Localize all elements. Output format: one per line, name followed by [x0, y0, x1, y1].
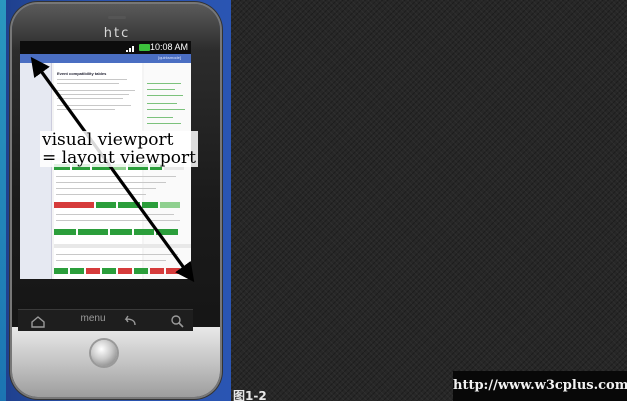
label-visual-viewport: visual viewport	[40, 131, 198, 149]
label-layout-viewport: = layout viewport	[40, 148, 198, 168]
screenshot: htc 10:08 AM [quirksmode] Event compatib…	[0, 0, 627, 401]
site-watermark: http://www.w3cplus.com	[453, 371, 627, 401]
viewport-label: visual viewport = layout viewport	[40, 131, 198, 167]
figure-caption: 图1-2	[233, 389, 267, 401]
viewport-diagonal-arrow	[30, 56, 195, 283]
phone-nav-bar: menu	[18, 309, 193, 331]
home-icon[interactable]	[26, 313, 50, 329]
menu-button[interactable]: menu	[73, 313, 113, 329]
trackball[interactable]	[91, 340, 117, 366]
search-icon[interactable]	[168, 313, 188, 329]
back-icon[interactable]	[118, 313, 142, 329]
